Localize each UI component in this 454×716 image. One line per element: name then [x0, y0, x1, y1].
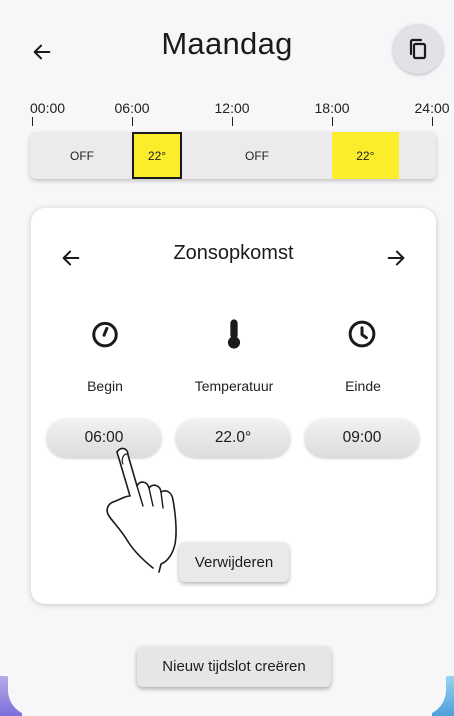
- timeline-tick-label: 06:00: [114, 100, 150, 116]
- timeline-tick-mark: [332, 117, 333, 126]
- timeline-tick-mark: [32, 117, 33, 126]
- timeline-segment[interactable]: OFF: [32, 132, 132, 179]
- temperature-label: Temperatuur: [194, 378, 274, 394]
- page-title: Maandag: [161, 26, 293, 61]
- timeline-tick-label: 24:00: [414, 100, 450, 116]
- copy-button[interactable]: [393, 24, 443, 74]
- next-slot-button[interactable]: [376, 238, 416, 278]
- end-time-button[interactable]: 09:00: [305, 419, 419, 457]
- delete-button[interactable]: Verwijderen: [179, 542, 289, 582]
- timeline-tick-mark: [232, 117, 233, 126]
- begin-label: Begin: [87, 378, 123, 394]
- timeline-tick-mark: [432, 117, 433, 126]
- day-timeline[interactable]: OFF 22° OFF 22°: [30, 132, 436, 179]
- clock-icon: [342, 314, 382, 354]
- timeline-segment[interactable]: [398, 132, 432, 179]
- temperature-button[interactable]: 22.0°: [176, 419, 290, 457]
- timeline-tick-label: 00:00: [30, 100, 66, 116]
- app-frame: Maandag 00:00 06:00 12:00 18:00 24:00 OFF 22°…: [0, 0, 454, 716]
- timeline-segment[interactable]: 22°: [332, 132, 399, 179]
- timeline-tick-label: 18:00: [314, 100, 350, 116]
- new-timeslot-button[interactable]: Nieuw tijdslot creëren: [137, 646, 331, 687]
- timeline-segment[interactable]: OFF: [182, 132, 332, 179]
- timeline-tick-mark: [132, 117, 133, 126]
- timeline-tick-label: 12:00: [214, 100, 250, 116]
- timer-icon: [85, 314, 125, 354]
- timeslot-card: Zonsopkomst Begin Temperatuur Einde 06:0…: [31, 208, 436, 604]
- begin-time-button[interactable]: 06:00: [47, 419, 161, 457]
- timeline-segment[interactable]: 22°: [132, 132, 182, 179]
- thermometer-icon: [214, 314, 254, 354]
- arrow-right-icon: [387, 250, 405, 266]
- copy-icon: [409, 38, 427, 60]
- end-label: Einde: [345, 378, 381, 394]
